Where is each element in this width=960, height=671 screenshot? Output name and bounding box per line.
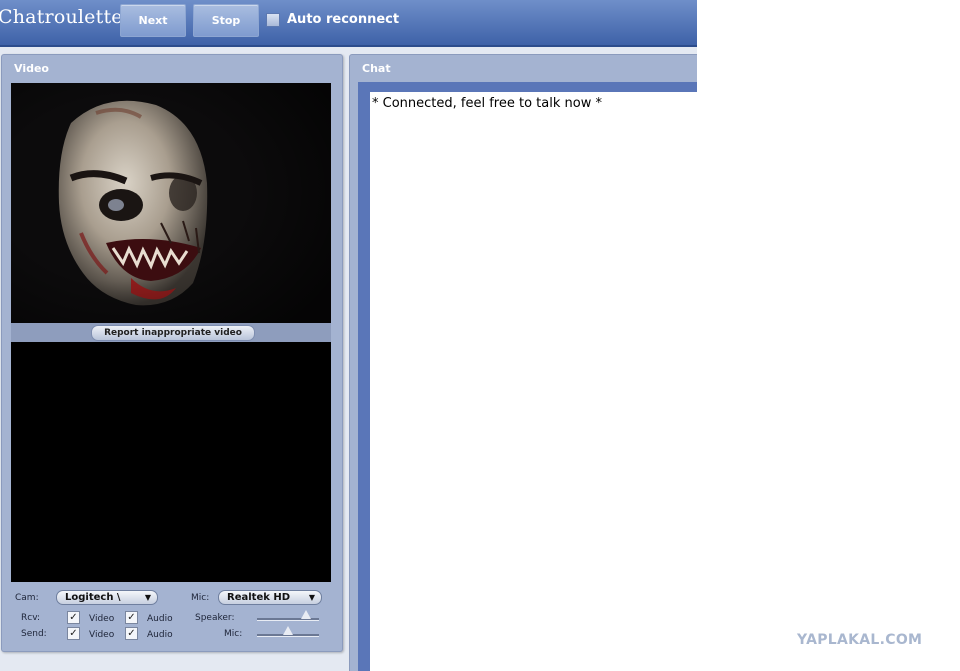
mic-select[interactable]: Realtek HD ▼ xyxy=(218,590,322,605)
chat-message: * Connected, feel free to talk now * xyxy=(372,96,602,111)
app-window: Chatroulette Next Stop Auto reconnect Vi… xyxy=(0,0,697,671)
chat-panel-title: Chat xyxy=(362,62,391,75)
send-video-label: Video xyxy=(89,630,115,640)
self-video xyxy=(11,342,331,582)
report-bar: Report inappropriate video xyxy=(11,323,331,342)
speaker-slider[interactable] xyxy=(257,610,319,621)
rcv-audio-label: Audio xyxy=(147,614,173,624)
report-video-button[interactable]: Report inappropriate video xyxy=(91,325,255,341)
rcv-audio-checkbox[interactable]: ✓ xyxy=(125,611,138,624)
mic-slider[interactable] xyxy=(257,626,319,637)
send-label: Send: xyxy=(21,629,47,639)
auto-reconnect-checkbox[interactable] xyxy=(266,13,280,27)
chat-panel: Chat * Connected, feel free to talk now … xyxy=(349,54,697,671)
chat-frame: * Connected, feel free to talk now * xyxy=(358,82,697,671)
av-controls: Cam: Logitech \ ▼ Mic: Realtek HD ▼ Rcv:… xyxy=(11,582,331,648)
rcv-video-label: Video xyxy=(89,614,115,624)
masked-face-image xyxy=(11,83,331,323)
check-icon: ✓ xyxy=(127,628,136,639)
rcv-video-checkbox[interactable]: ✓ xyxy=(67,611,80,624)
chat-log[interactable]: * Connected, feel free to talk now * xyxy=(370,92,697,671)
auto-reconnect-label: Auto reconnect xyxy=(287,12,400,27)
mic-slider-label: Mic: xyxy=(224,629,243,639)
check-icon: ✓ xyxy=(69,612,78,623)
partner-video xyxy=(11,83,331,323)
mic-select-value: Realtek HD xyxy=(227,592,291,603)
top-toolbar: Chatroulette Next Stop Auto reconnect xyxy=(0,0,697,47)
cam-select-value: Logitech \ xyxy=(65,592,121,603)
stop-button[interactable]: Stop xyxy=(193,4,259,37)
video-panel: Video Report inappropriate video Cam: Lo… xyxy=(1,54,343,652)
chevron-down-icon: ▼ xyxy=(308,593,315,602)
next-button[interactable]: Next xyxy=(120,4,186,37)
chevron-down-icon: ▼ xyxy=(144,593,151,602)
speaker-label: Speaker: xyxy=(195,613,235,623)
check-icon: ✓ xyxy=(69,628,78,639)
watermark-text: YAPLAKAL.COM xyxy=(797,632,923,648)
rcv-label: Rcv: xyxy=(21,613,41,623)
send-video-checkbox[interactable]: ✓ xyxy=(67,627,80,640)
speaker-slider-handle[interactable] xyxy=(301,610,312,619)
mic-label: Mic: xyxy=(191,593,210,603)
send-audio-checkbox[interactable]: ✓ xyxy=(125,627,138,640)
send-audio-label: Audio xyxy=(147,630,173,640)
app-logo: Chatroulette xyxy=(0,6,123,28)
video-panel-title: Video xyxy=(14,62,49,75)
check-icon: ✓ xyxy=(127,612,136,623)
cam-label: Cam: xyxy=(15,593,39,603)
mic-slider-handle[interactable] xyxy=(283,626,293,635)
cam-select[interactable]: Logitech \ ▼ xyxy=(56,590,158,605)
